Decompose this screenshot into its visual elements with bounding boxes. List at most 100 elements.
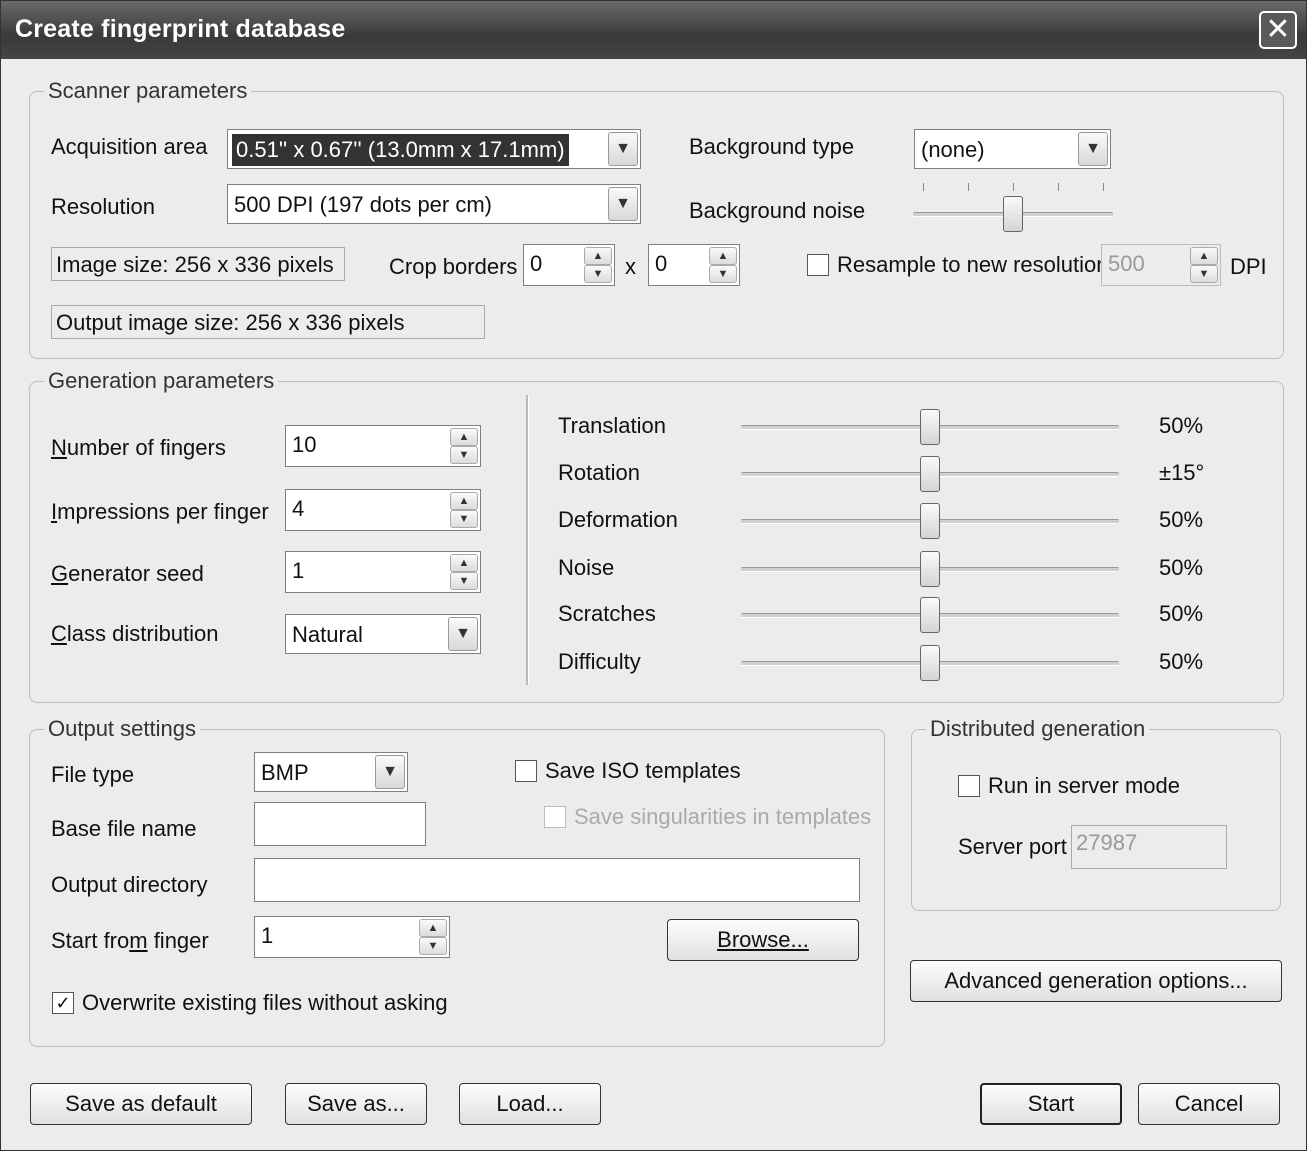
slider-label-difficulty: Difficulty <box>558 649 641 674</box>
difficulty-value: 50% <box>1159 649 1204 674</box>
generator-seed-label: Generator seed <box>51 561 204 586</box>
spin-up-icon[interactable]: ▲ <box>450 554 478 572</box>
dpi-label: DPI <box>1230 254 1267 279</box>
rotation-slider[interactable] <box>741 454 1119 494</box>
slider-thumb[interactable] <box>920 597 940 633</box>
scratches-slider[interactable] <box>741 595 1119 635</box>
chevron-down-icon[interactable]: ▼ <box>608 187 638 221</box>
group-label: Scanner parameters <box>44 78 252 104</box>
slider-label-deformation: Deformation <box>558 507 678 532</box>
spin-up-icon: ▲ <box>1190 247 1218 265</box>
resample-dpi-stepper: 500 ▲ ▼ <box>1101 244 1221 286</box>
number-of-fingers-label: Number of fingers <box>51 435 226 460</box>
save-singularities-label: Save singularities in templates <box>574 804 872 829</box>
slider-thumb[interactable] <box>920 456 940 492</box>
noise-slider[interactable] <box>741 549 1119 589</box>
chevron-down-icon[interactable]: ▼ <box>375 755 405 789</box>
save-as-label: Save as... <box>307 1091 405 1116</box>
translation-slider[interactable] <box>741 407 1119 447</box>
spin-up-icon[interactable]: ▲ <box>450 492 478 510</box>
slider-label-translation: Translation <box>558 413 667 438</box>
load-label: Load... <box>496 1091 564 1116</box>
check-icon[interactable]: ✓ <box>52 992 74 1014</box>
slider-label-rotation: Rotation <box>558 460 640 485</box>
dialog-window: Create fingerprint database ✕ Scanner pa… <box>0 0 1307 1151</box>
slider-thumb[interactable] <box>920 645 940 681</box>
overwrite-checkbox[interactable]: ✓ Overwrite existing files without askin… <box>52 990 448 1016</box>
translation-value: 50% <box>1159 413 1204 438</box>
difficulty-slider[interactable] <box>741 643 1119 683</box>
spin-up-icon[interactable]: ▲ <box>419 919 447 937</box>
deformation-slider[interactable] <box>741 501 1119 541</box>
spin-up-icon[interactable]: ▲ <box>584 247 612 265</box>
save-as-default-button[interactable]: Save as default <box>30 1083 252 1125</box>
window-title: Create fingerprint database <box>15 15 346 43</box>
checkbox-box[interactable] <box>515 760 537 782</box>
base-file-name-input[interactable] <box>254 802 426 846</box>
noise-value: 50% <box>1159 555 1204 580</box>
base-file-name-label: Base file name <box>51 816 197 841</box>
spin-down-icon[interactable]: ▼ <box>450 510 478 528</box>
run-in-server-mode-checkbox[interactable]: Run in server mode <box>958 773 1180 799</box>
slider-thumb[interactable] <box>920 551 940 587</box>
slider-label-scratches: Scratches <box>558 601 656 626</box>
load-button[interactable]: Load... <box>459 1083 601 1125</box>
save-as-default-label: Save as default <box>65 1091 217 1116</box>
title-bar: Create fingerprint database ✕ <box>1 1 1306 59</box>
browse-button[interactable]: Browse... <box>667 919 859 961</box>
resample-checkbox[interactable]: Resample to new resolution <box>807 252 1108 278</box>
crop-x-stepper[interactable]: 0 ▲ ▼ <box>523 244 615 286</box>
overwrite-label: Overwrite existing files without asking <box>82 990 448 1015</box>
server-port-value: 27987 <box>1076 830 1138 855</box>
crop-y-stepper[interactable]: 0 ▲ ▼ <box>648 244 740 286</box>
resolution-select[interactable]: 500 DPI (197 dots per cm) ▼ <box>227 184 641 224</box>
spin-down-icon: ▼ <box>1190 265 1218 283</box>
spin-down-icon[interactable]: ▼ <box>450 572 478 590</box>
slider-label-noise: Noise <box>558 555 615 580</box>
group-label: Generation parameters <box>44 368 279 394</box>
background-type-value: (none) <box>921 137 985 162</box>
scratches-value: 50% <box>1159 601 1204 626</box>
slider-thumb[interactable] <box>920 409 940 445</box>
chevron-down-icon[interactable]: ▼ <box>1078 132 1108 166</box>
start-from-finger-stepper[interactable]: 1 ▲ ▼ <box>254 916 450 958</box>
crop-y-value: 0 <box>655 251 668 276</box>
slider-thumb[interactable] <box>920 503 940 539</box>
crop-times-sign: x <box>625 254 636 279</box>
close-icon[interactable]: ✕ <box>1259 11 1297 49</box>
crop-x-value: 0 <box>530 251 543 276</box>
chevron-down-icon[interactable]: ▼ <box>608 132 638 166</box>
save-iso-templates-checkbox[interactable]: Save ISO templates <box>515 758 741 784</box>
number-of-fingers-stepper[interactable]: 10 ▲ ▼ <box>285 425 481 467</box>
advanced-options-label: Advanced generation options... <box>944 968 1248 993</box>
background-type-select[interactable]: (none) ▼ <box>914 129 1111 169</box>
start-button[interactable]: Start <box>980 1083 1122 1125</box>
distributed-generation-group: Distributed generation <box>911 716 1281 911</box>
checkbox-box[interactable] <box>958 775 980 797</box>
save-as-button[interactable]: Save as... <box>285 1083 427 1125</box>
generator-seed-stepper[interactable]: 1 ▲ ▼ <box>285 551 481 593</box>
impressions-per-finger-stepper[interactable]: 4 ▲ ▼ <box>285 489 481 531</box>
checkbox-box[interactable] <box>807 254 829 276</box>
group-label: Distributed generation <box>926 716 1150 742</box>
run-in-server-mode-label: Run in server mode <box>988 773 1180 798</box>
cancel-button[interactable]: Cancel <box>1138 1083 1280 1125</box>
spin-down-icon[interactable]: ▼ <box>419 937 447 955</box>
file-type-select[interactable]: BMP ▼ <box>254 752 408 792</box>
spin-up-icon[interactable]: ▲ <box>450 428 478 446</box>
start-from-finger-value: 1 <box>261 923 274 948</box>
advanced-options-button[interactable]: Advanced generation options... <box>910 960 1282 1002</box>
spin-up-icon[interactable]: ▲ <box>709 247 737 265</box>
spin-down-icon[interactable]: ▼ <box>584 265 612 283</box>
background-noise-slider[interactable] <box>913 194 1113 234</box>
chevron-down-icon[interactable]: ▼ <box>448 617 478 651</box>
class-distribution-value: Natural <box>292 622 363 647</box>
output-directory-input[interactable] <box>254 858 860 902</box>
class-distribution-select[interactable]: Natural ▼ <box>285 614 481 654</box>
spin-down-icon[interactable]: ▼ <box>709 265 737 283</box>
save-singularities-checkbox: Save singularities in templates <box>544 804 871 830</box>
save-iso-templates-label: Save ISO templates <box>545 758 741 783</box>
spin-down-icon[interactable]: ▼ <box>450 446 478 464</box>
slider-thumb[interactable] <box>1003 196 1023 232</box>
acquisition-area-select[interactable]: 0.51'' x 0.67'' (13.0mm x 17.1mm) ▼ <box>227 129 641 169</box>
